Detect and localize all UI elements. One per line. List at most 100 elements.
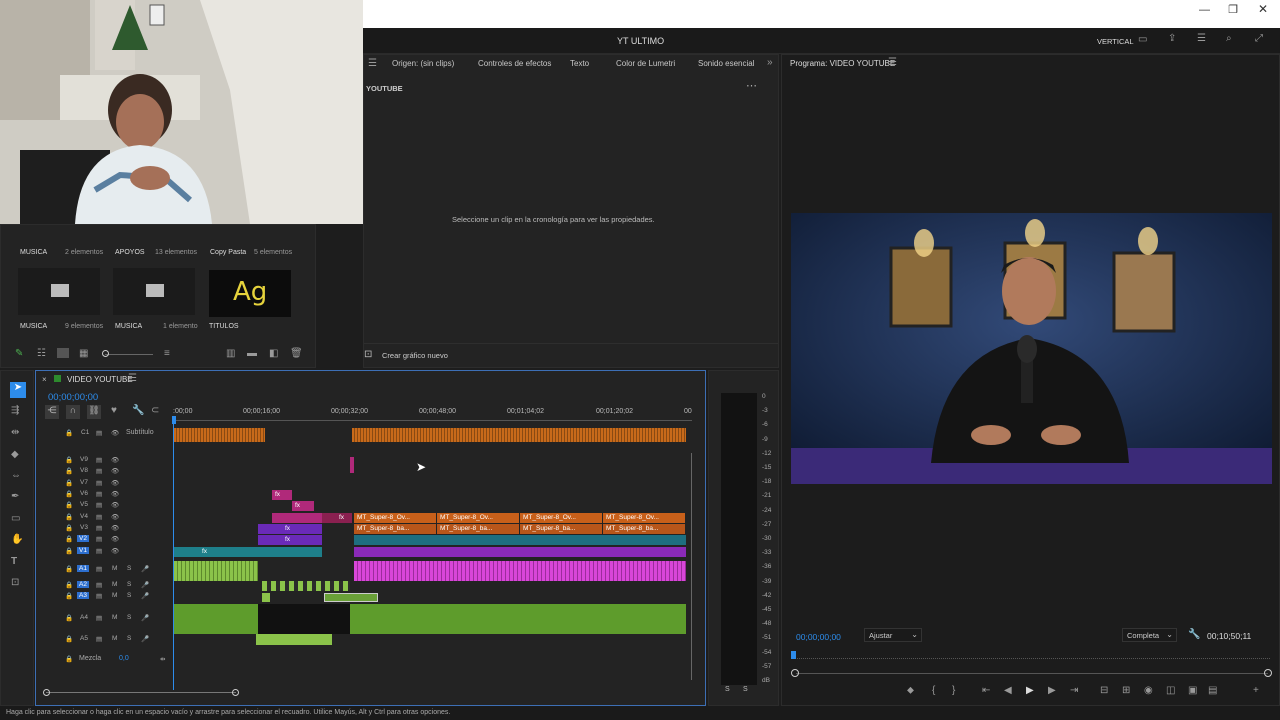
music-clip[interactable] [350, 604, 686, 634]
mic-icon[interactable]: 🎤 [141, 635, 149, 643]
audio-clip[interactable] [256, 634, 332, 645]
step-back-icon[interactable]: ◀ [1004, 685, 1012, 696]
caption-clip[interactable] [174, 428, 265, 442]
proxy-icon[interactable]: ▣ [1188, 685, 1197, 696]
video-clip[interactable]: fx [258, 524, 322, 534]
bin-name[interactable]: APOYOS [115, 249, 145, 256]
bin-thumbnail[interactable] [18, 268, 100, 315]
track-id[interactable]: V1 [77, 547, 89, 554]
solo-icon[interactable]: S [127, 614, 131, 621]
video-clip[interactable] [350, 457, 354, 473]
sync-lock-icon[interactable]: ▤ [96, 592, 102, 600]
minimize-icon[interactable]: — [1199, 4, 1210, 16]
overlay-clip[interactable]: MT_Super-8_Ov... [354, 513, 436, 523]
sync-lock-icon[interactable]: ▤ [96, 524, 102, 532]
video-clip[interactable]: fx [322, 513, 352, 523]
lock-icon[interactable]: 🔒 [65, 524, 73, 532]
lock-icon[interactable]: 🔒 [65, 592, 73, 600]
add-marker-icon[interactable]: ♥ [111, 405, 117, 416]
fullscreen-icon[interactable]: ⤢ [1255, 33, 1263, 44]
video-clip[interactable]: fx [272, 490, 292, 500]
program-playhead[interactable] [791, 651, 796, 659]
track-id[interactable]: A3 [77, 592, 89, 599]
mark-out-icon[interactable]: } [952, 685, 955, 696]
linked-icon[interactable]: ⛓ [87, 405, 101, 419]
timeline-timecode[interactable]: 00;00;00;00 [48, 392, 98, 403]
voice-audio-clip[interactable] [354, 561, 686, 581]
audio-clip[interactable] [174, 561, 258, 581]
mute-icon[interactable]: M [112, 581, 117, 588]
new-graphic-button[interactable]: Crear gráfico nuevo [382, 351, 448, 360]
panel-icon[interactable]: ▭ [1138, 34, 1147, 45]
solo-icon[interactable]: S [127, 581, 131, 588]
tab-effect-controls[interactable]: Controles de efectos [478, 59, 551, 68]
snap-icon[interactable]: ∩ [66, 405, 80, 419]
play-icon[interactable]: ▶ [1026, 685, 1034, 696]
lock-icon[interactable]: 🔒 [65, 513, 73, 521]
fit-select[interactable]: Ajustar ⌄ [864, 628, 922, 642]
mute-icon[interactable]: M [112, 635, 117, 642]
solo-left[interactable]: S [725, 686, 730, 693]
scroll-handle-right[interactable] [1264, 669, 1272, 677]
quality-select[interactable]: Completa ⌄ [1122, 628, 1177, 642]
eye-icon[interactable]: 👁 [111, 429, 119, 437]
close-icon[interactable]: ✕ [1258, 2, 1268, 16]
step-forward-icon[interactable]: ▶ [1048, 685, 1056, 696]
lock-icon[interactable]: 🔒 [65, 467, 73, 475]
automate-icon[interactable]: ▥ [226, 348, 235, 359]
track-id[interactable]: A1 [77, 565, 89, 572]
video-clip[interactable]: fx [174, 547, 322, 557]
captions-icon[interactable]: ⊂ [151, 405, 159, 416]
lock-icon[interactable]: 🔒 [65, 547, 73, 555]
bin-thumbnail[interactable] [113, 268, 195, 315]
share-icon[interactable]: ⇪ [1168, 33, 1176, 44]
caption-tool-icon[interactable]: ⊡ [11, 577, 19, 588]
audio-clip[interactable] [262, 581, 350, 591]
more-options-icon[interactable]: ⋯ [746, 79, 757, 92]
search-icon[interactable]: ⌕ [1226, 33, 1232, 44]
tab-sequence[interactable]: VIDEO YOUTUBE [67, 375, 133, 384]
lock-icon[interactable]: 🔒 [65, 581, 73, 589]
sync-lock-icon[interactable]: ▤ [96, 479, 102, 487]
pencil-icon[interactable]: ✎ [15, 348, 23, 359]
timeline-hscroll[interactable] [46, 692, 236, 693]
rectangle-icon[interactable]: ▭ [11, 513, 20, 524]
eye-icon[interactable]: 👁 [111, 547, 119, 555]
hscroll-handle[interactable] [43, 689, 50, 696]
go-to-in-icon[interactable]: ⇤ [982, 685, 990, 696]
tab-lumetri[interactable]: Color de Lumetri [616, 59, 675, 68]
program-ruler[interactable] [794, 653, 1270, 659]
eye-icon[interactable]: 👁 [111, 479, 119, 487]
eye-icon[interactable]: 👁 [111, 501, 119, 509]
video-clip[interactable] [354, 535, 686, 545]
mix-value[interactable]: 0,0 [119, 655, 129, 662]
audio-clip[interactable] [324, 593, 378, 602]
pen-icon[interactable]: ✒ [11, 491, 19, 502]
bin-name[interactable]: TITULOS [209, 323, 239, 330]
nest-icon[interactable]: ⋲ [45, 405, 59, 419]
lift-icon[interactable]: ⊟ [1100, 685, 1108, 696]
close-tab-icon[interactable]: × [42, 375, 47, 384]
slip-icon[interactable]: ⇔ [11, 470, 21, 481]
sync-lock-icon[interactable]: ▤ [96, 565, 102, 573]
sort-icon[interactable]: ≡ [164, 348, 170, 359]
timeline-vscroll[interactable] [691, 453, 692, 680]
tab-program[interactable]: Programa: VIDEO YOUTUBE [790, 59, 895, 68]
mute-icon[interactable]: M [112, 614, 117, 621]
sync-lock-icon[interactable]: ▤ [96, 490, 102, 498]
lock-icon[interactable]: 🔒 [65, 535, 73, 543]
lock-icon[interactable]: 🔒 [65, 479, 73, 487]
sync-lock-icon[interactable]: ▤ [96, 535, 102, 543]
title-thumbnail[interactable]: Ag [209, 270, 291, 317]
program-scroll[interactable] [796, 673, 1268, 674]
menu-icon[interactable]: ☰ [1197, 33, 1206, 44]
tab-text[interactable]: Texto [570, 59, 589, 68]
sync-lock-icon[interactable]: ▤ [96, 513, 102, 521]
camera-icon[interactable]: ◉ [1144, 685, 1153, 696]
mix-jump-icon[interactable]: ⇹ [160, 655, 165, 663]
solo-icon[interactable]: S [127, 592, 131, 599]
solo-icon[interactable]: S [127, 635, 131, 642]
mic-icon[interactable]: 🎤 [141, 581, 149, 589]
sync-lock-icon[interactable]: ▤ [96, 501, 102, 509]
mic-icon[interactable]: 🎤 [141, 565, 149, 573]
